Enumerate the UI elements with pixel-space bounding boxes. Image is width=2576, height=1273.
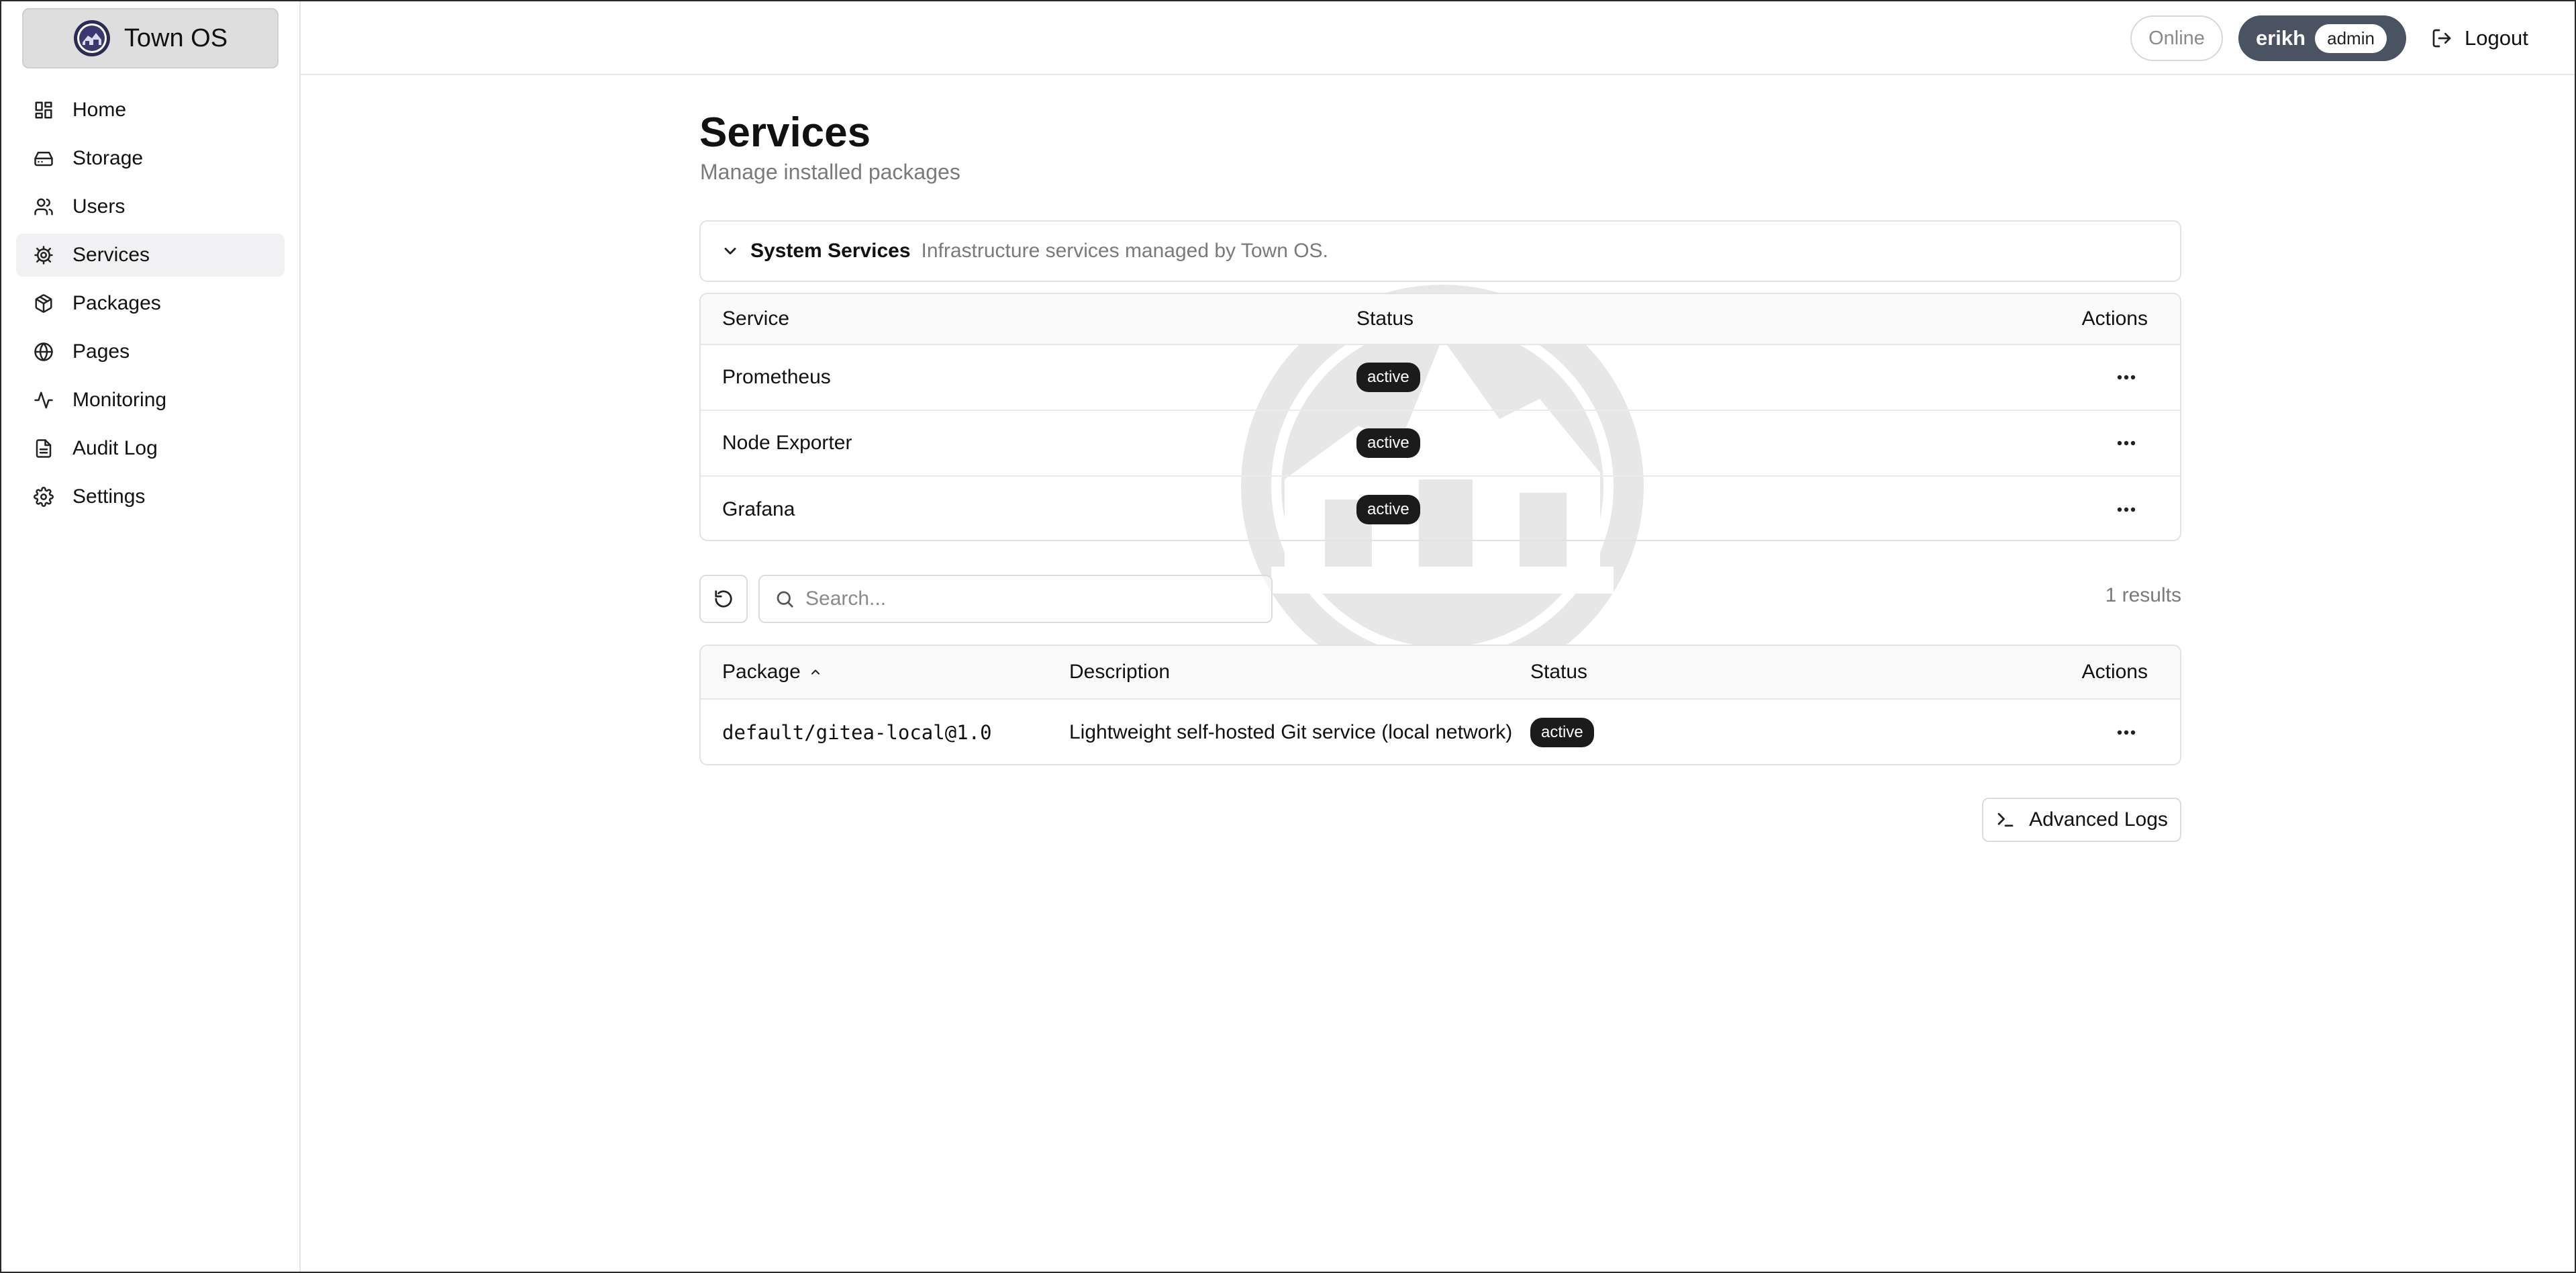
ellipsis-icon xyxy=(2117,730,2136,735)
table-row: Grafana active xyxy=(701,477,2180,540)
globe-icon xyxy=(32,340,55,363)
table-row: Node Exporter active xyxy=(701,411,2180,477)
page-subtitle: Manage installed packages xyxy=(700,160,960,184)
users-icon xyxy=(32,195,55,218)
sidebar-item-label: Services xyxy=(72,244,150,266)
packages-table: Package Description Status Actions defau… xyxy=(699,645,2181,765)
package-description: Lightweight self-hosted Git service (loc… xyxy=(1069,721,1513,743)
chevron-up-icon xyxy=(811,669,820,675)
search-input[interactable] xyxy=(805,587,1235,610)
package-icon xyxy=(32,292,55,315)
ellipsis-icon xyxy=(2117,440,2136,446)
sidebar-item-label: Packages xyxy=(72,292,161,314)
sidebar-item-label: Monitoring xyxy=(72,389,167,411)
top-bar xyxy=(301,1,2575,75)
dashboard-icon xyxy=(32,99,55,122)
logout-button[interactable]: Logout xyxy=(2431,15,2538,61)
ellipsis-icon xyxy=(2117,507,2136,512)
terminal-icon xyxy=(1997,812,2014,827)
column-header-service: Service xyxy=(722,308,790,330)
sidebar-item-storage[interactable]: Storage xyxy=(16,137,285,180)
sidebar-item-audit-log[interactable]: Audit Log xyxy=(16,427,285,470)
table-row: default/gitea-local@1.0 Lightweight self… xyxy=(701,700,2180,764)
sidebar-item-label: Users xyxy=(72,195,126,218)
ellipsis-icon xyxy=(2117,375,2136,380)
status-badge: active xyxy=(1530,718,1594,747)
service-name: Prometheus xyxy=(722,366,831,388)
sidebar-nav: Home Storage Users Services Packages Pag… xyxy=(16,89,285,524)
sidebar-item-monitoring[interactable]: Monitoring xyxy=(16,379,285,422)
username: erikh xyxy=(2256,26,2306,50)
system-services-table: Service Status Actions Prometheus active… xyxy=(699,293,2181,541)
sidebar-item-users[interactable]: Users xyxy=(16,185,285,228)
column-header-status: Status xyxy=(1530,661,1588,683)
status-badge: active xyxy=(1356,428,1420,458)
chevron-down-icon xyxy=(724,248,736,254)
app-window: Town OS Home Storage Users Services Pack… xyxy=(0,0,2576,1273)
search-icon xyxy=(777,591,793,608)
sidebar-item-label: Storage xyxy=(72,147,144,169)
gear-icon xyxy=(32,244,55,267)
sidebar-item-home[interactable]: Home xyxy=(16,89,285,132)
activity-icon xyxy=(32,389,55,412)
advanced-logs-label: Advanced Logs xyxy=(2029,808,2168,831)
brand-button[interactable]: Town OS xyxy=(22,8,279,68)
sidebar-item-label: Pages xyxy=(72,340,130,363)
column-header-status: Status xyxy=(1356,308,1414,330)
search-box[interactable] xyxy=(758,575,1273,623)
table-header: Package Description Status Actions xyxy=(701,646,2180,700)
system-services-toggle[interactable]: System Services Infrastructure services … xyxy=(699,220,2181,282)
settings-icon xyxy=(32,485,55,508)
table-row: Prometheus active xyxy=(701,345,2180,411)
town-logo-icon xyxy=(73,20,110,56)
sidebar-item-pages[interactable]: Pages xyxy=(16,330,285,373)
sidebar: Town OS Home Storage Users Services Pack… xyxy=(1,1,301,1272)
status-badge: Online xyxy=(2130,15,2223,61)
refresh-icon xyxy=(715,590,732,608)
more-actions-button[interactable] xyxy=(2109,426,2144,461)
refresh-button[interactable] xyxy=(699,575,748,623)
column-header-package[interactable]: Package xyxy=(722,646,822,698)
sidebar-item-label: Settings xyxy=(72,485,146,508)
column-header-actions: Actions xyxy=(2081,308,2148,330)
package-name: default/gitea-local@1.0 xyxy=(722,721,992,744)
sidebar-item-settings[interactable]: Settings xyxy=(16,475,285,518)
logout-label: Logout xyxy=(2465,26,2528,50)
service-name: Grafana xyxy=(722,498,795,520)
role-badge: admin xyxy=(2315,23,2387,53)
results-count: 1 results xyxy=(2105,584,2181,606)
more-actions-button[interactable] xyxy=(2109,492,2144,527)
page-title: Services xyxy=(699,109,871,156)
status-badge: active xyxy=(1356,495,1420,524)
hard-drive-icon xyxy=(32,147,55,170)
user-menu[interactable]: erikh admin xyxy=(2238,15,2406,61)
service-name: Node Exporter xyxy=(722,432,852,454)
column-header-description: Description xyxy=(1069,661,1171,683)
system-services-title: System Services xyxy=(750,240,911,262)
app-name: Town OS xyxy=(123,23,228,52)
table-header: Service Status Actions xyxy=(701,294,2180,345)
logout-icon xyxy=(2432,29,2451,48)
more-actions-button[interactable] xyxy=(2109,360,2144,395)
sidebar-item-label: Home xyxy=(72,99,127,121)
document-icon xyxy=(32,437,55,460)
sidebar-item-services[interactable]: Services xyxy=(16,234,285,277)
column-header-actions: Actions xyxy=(2081,661,2148,683)
advanced-logs-button[interactable]: Advanced Logs xyxy=(1982,798,2181,842)
column-header-package-label: Package xyxy=(722,661,801,683)
status-badge: active xyxy=(1356,363,1420,392)
system-services-description: Infrastructure services managed by Town … xyxy=(921,240,1328,262)
sidebar-item-packages[interactable]: Packages xyxy=(16,282,285,325)
sidebar-item-label: Audit Log xyxy=(72,437,158,459)
more-actions-button[interactable] xyxy=(2109,715,2144,750)
